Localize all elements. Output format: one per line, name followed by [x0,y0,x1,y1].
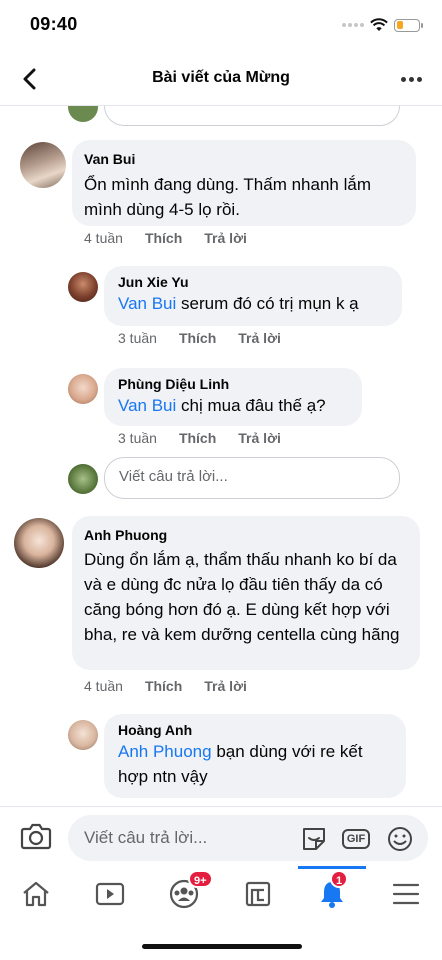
nav-bar: Bài viết của Mừng [0,52,442,106]
reply-meta: 3 tuần Thích Trả lời [118,330,281,346]
like-button[interactable]: Thích [179,330,216,346]
more-dots-icon[interactable] [396,66,426,92]
like-button[interactable]: Thích [179,430,216,446]
reply-meta: 3 tuần Thích Trả lời [118,430,281,446]
active-tab-indicator [298,866,366,869]
signal-icon [342,23,364,27]
comment-text: Dùng ổn lắm ạ, thẩm thấu nhanh ko bí da … [84,550,400,644]
gif-label: GIF [341,829,371,849]
gif-button[interactable]: GIF [341,825,371,853]
reply-author[interactable]: Hoàng Anh [118,721,392,739]
menu-icon[interactable] [386,876,426,912]
gaming-icon[interactable] [238,876,278,912]
reply-input-partial[interactable] [104,106,400,126]
avatar[interactable] [14,518,64,568]
reply-button[interactable]: Trả lời [204,230,247,246]
comment-input-placeholder: Viết câu trả lời... [84,828,208,847]
avatar[interactable] [68,720,98,750]
reply-bubble[interactable]: Hoàng Anh Anh Phuong bạn dùng với re kết… [104,714,406,798]
bell-icon[interactable]: 1 [298,866,366,912]
notifications-badge: 1 [330,870,349,888]
comment-meta: 4 tuần Thích Trả lời [84,678,247,694]
like-button[interactable]: Thích [145,678,182,694]
reply-bubble[interactable]: Phùng Diệu Linh Van Bui chị mua đâu thế … [104,368,362,426]
like-button[interactable]: Thích [145,230,182,246]
page-title: Bài viết của Mừng [152,69,290,86]
avatar[interactable] [20,142,66,188]
comment-composer: Viết câu trả lời... GIF [0,806,442,866]
wifi-icon [370,18,388,31]
reply-button[interactable]: Trả lời [238,330,281,346]
emoji-icon[interactable] [386,825,414,853]
status-time: 09:40 [30,14,78,34]
status-bar: 09:40 [0,0,442,52]
avatar [68,106,98,122]
comment-meta: 4 tuần Thích Trả lời [84,230,247,246]
reply-input-placeholder: Viết câu trả lời... [119,468,228,485]
comment-author[interactable]: Anh Phuong [84,526,408,544]
comment-input[interactable]: Viết câu trả lời... GIF [68,815,428,861]
status-icons [342,18,423,32]
groups-icon[interactable]: 9+ [164,870,213,912]
reply-time[interactable]: 3 tuần [118,430,157,446]
battery-icon [394,18,423,32]
camera-icon[interactable] [20,821,52,853]
mention-link[interactable]: Anh Phuong [118,742,212,761]
sticker-icon[interactable] [300,825,328,853]
mention-link[interactable]: Van Bui [118,294,176,313]
video-icon[interactable] [90,876,130,912]
reply-author[interactable]: Jun Xie Yu [118,273,388,291]
comment-time[interactable]: 4 tuần [84,678,123,694]
comment-bubble[interactable]: Anh Phuong Dùng ổn lắm ạ, thẩm thấu nhan… [72,516,420,670]
reply-text: Van Bui serum đó có trị mụn k ạ [118,294,359,313]
reply-button[interactable]: Trả lời [238,430,281,446]
reply-button[interactable]: Trả lời [204,678,247,694]
bottom-tab-bar: 9+ 1 [0,866,442,922]
reply-bubble[interactable]: Jun Xie Yu Van Bui serum đó có trị mụn k… [104,266,402,326]
comment-time[interactable]: 4 tuần [84,230,123,246]
avatar [68,464,98,494]
avatar[interactable] [68,374,98,404]
comment-text: Ổn mình đang dùng. Thấm nhanh lắm mình d… [84,175,371,219]
reply-author[interactable]: Phùng Diệu Linh [118,375,348,393]
reply-text: Anh Phuong bạn dùng với re kết hợp ntn v… [118,742,363,786]
home-icon[interactable] [16,876,56,912]
avatar[interactable] [68,272,98,302]
mention-link[interactable]: Van Bui [118,396,176,415]
comment-author[interactable]: Van Bui [84,150,404,168]
comment-bubble[interactable]: Van Bui Ổn mình đang dùng. Thấm nhanh lắ… [72,140,416,226]
groups-badge: 9+ [188,870,213,888]
comments-list[interactable]: Van Bui Ổn mình đang dùng. Thấm nhanh lắ… [0,106,442,806]
reply-text: Van Bui chị mua đâu thế ạ? [118,396,326,415]
reply-input[interactable]: Viết câu trả lời... [104,457,400,499]
reply-time[interactable]: 3 tuần [118,330,157,346]
home-indicator [142,944,302,949]
